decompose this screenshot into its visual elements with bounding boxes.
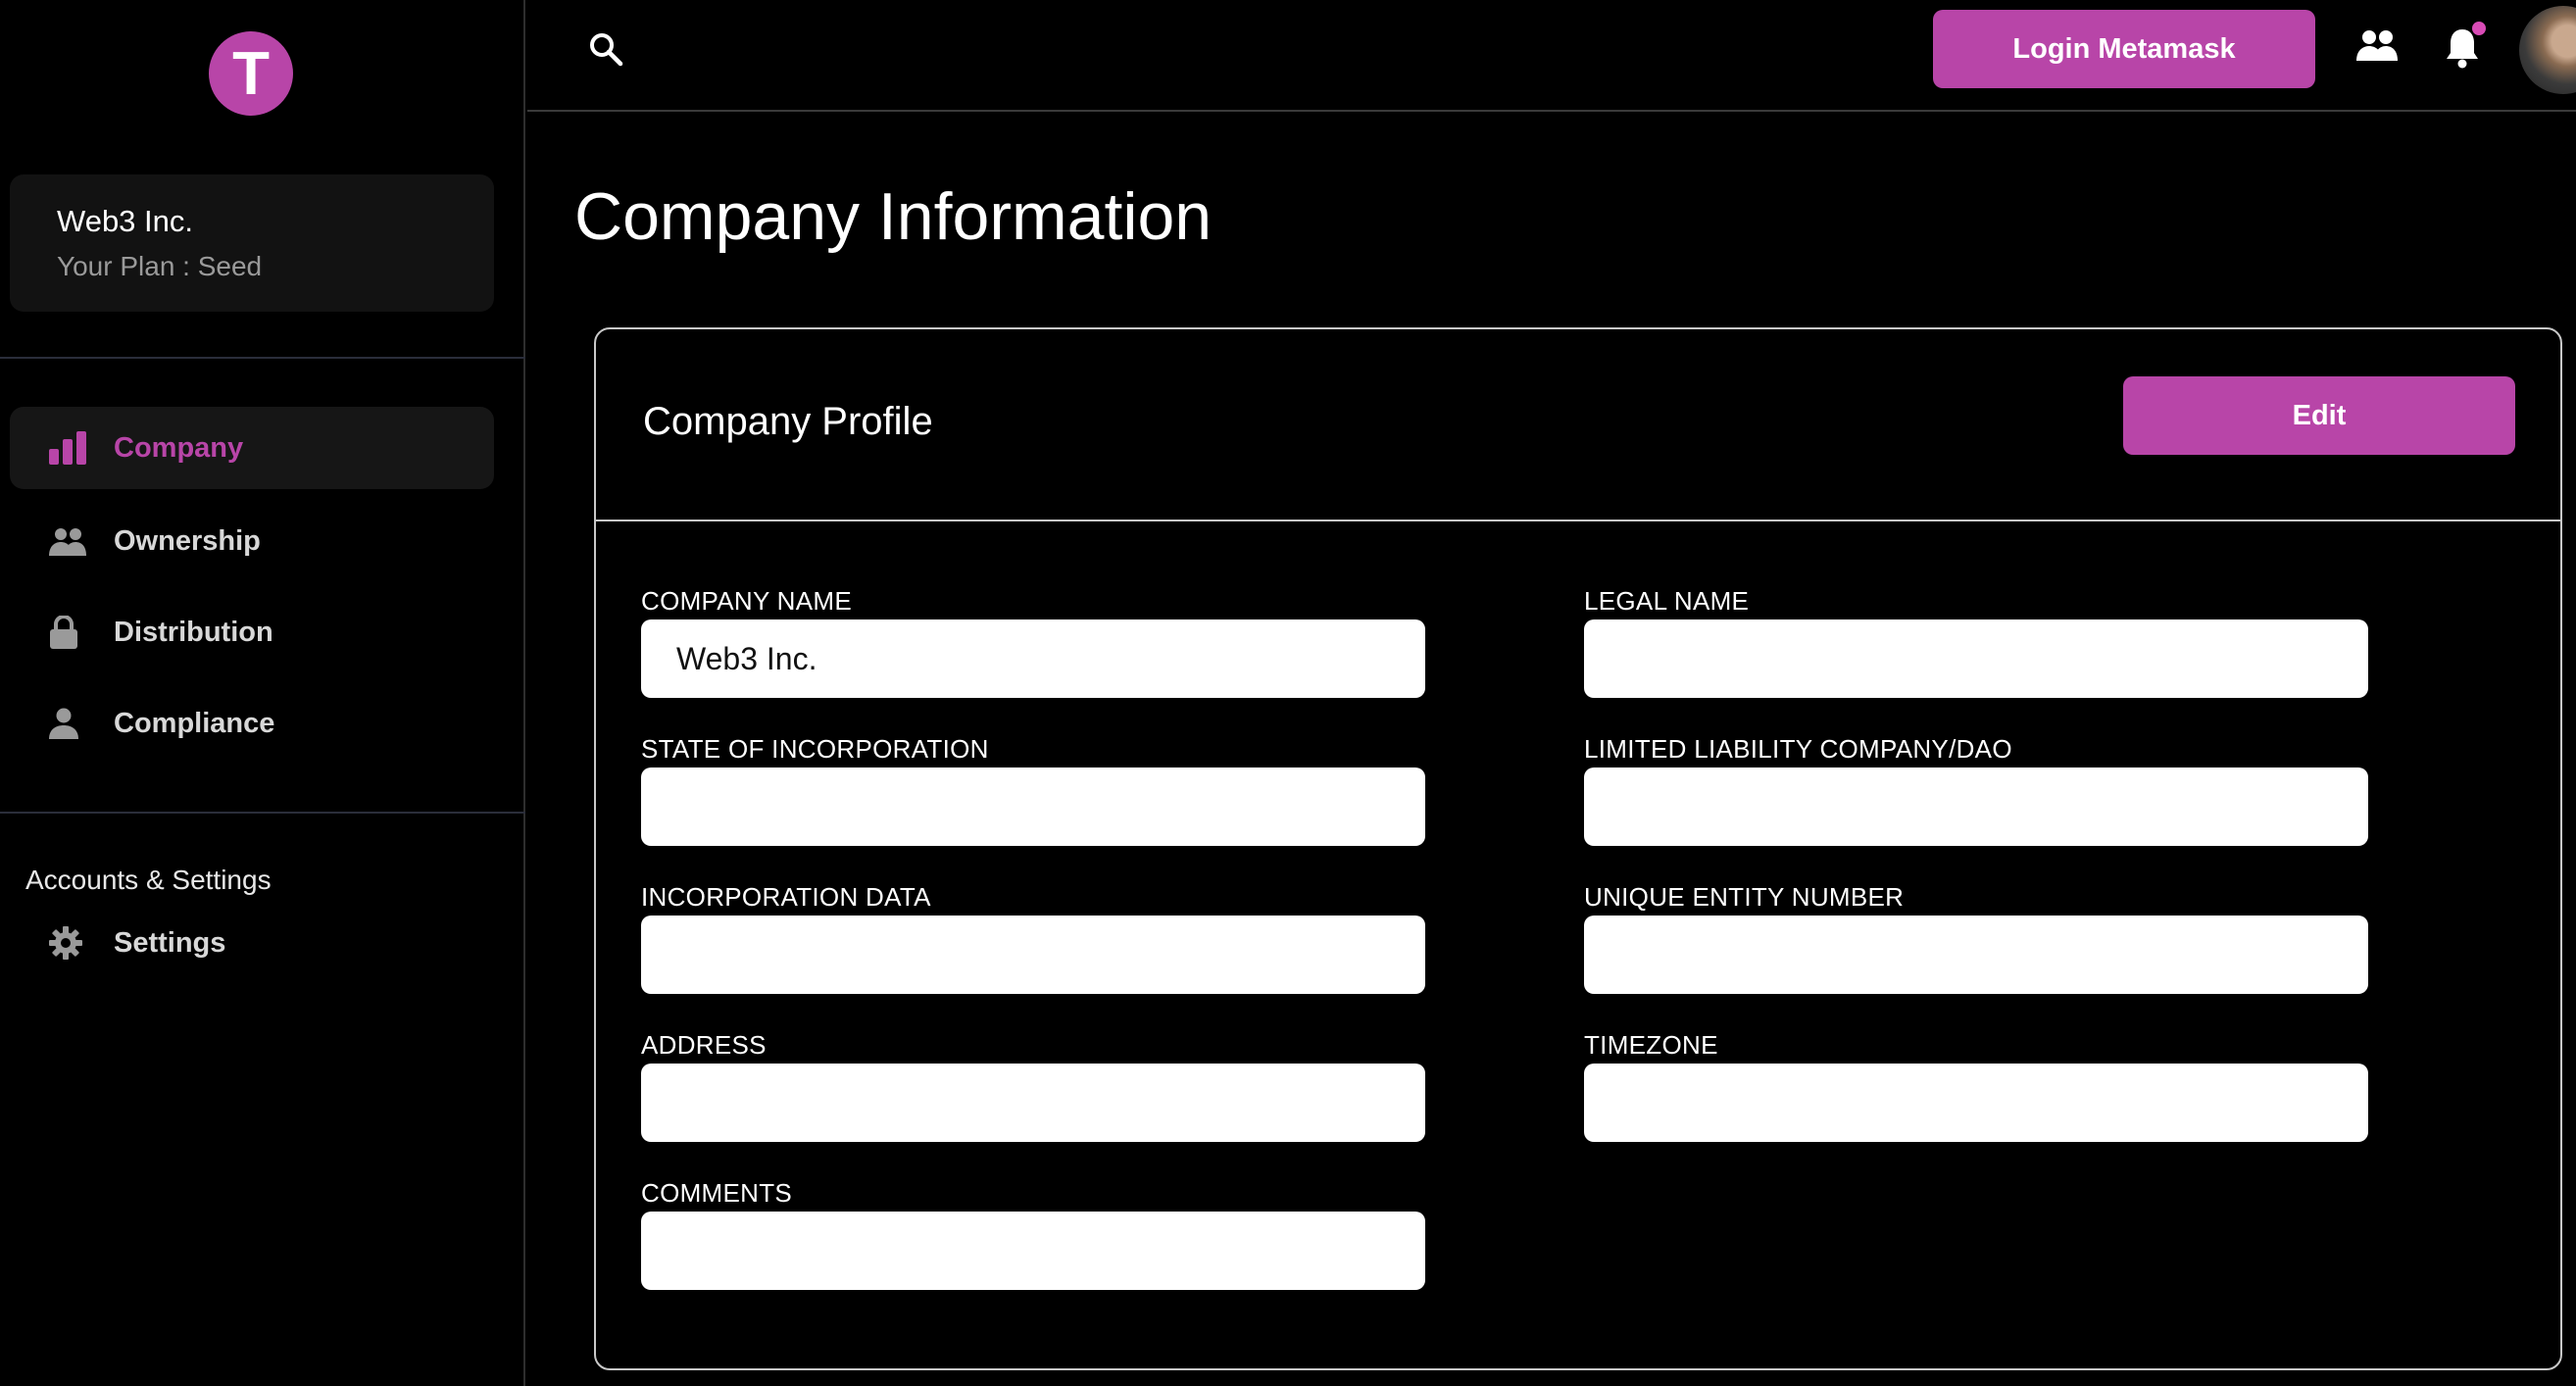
field-label: ADDRESS (641, 1030, 767, 1060)
sidebar-item-compliance[interactable]: Compliance (10, 682, 494, 765)
sidebar-item-label: Distribution (114, 616, 273, 648)
state-of-incorporation-input[interactable] (641, 767, 1425, 846)
sidebar-item-label: Ownership (114, 524, 261, 557)
account-plan-card[interactable]: Web3 Inc. Your Plan : Seed (10, 174, 494, 312)
people-icon (49, 521, 98, 561)
sidebar-item-settings[interactable]: Settings (10, 902, 494, 984)
sidebar-item-label: Settings (114, 926, 226, 959)
card-title: Company Profile (643, 400, 933, 443)
llc-dao-field: LIMITED LIABILITY COMPANY/DAO (1584, 734, 2368, 846)
timezone-field: TIMEZONE (1584, 1030, 2368, 1142)
team-icon[interactable] (2356, 29, 2400, 69)
top-bar: Login Metamask (527, 0, 2576, 112)
incorporation-date-input[interactable] (641, 916, 1425, 994)
field-label: INCORPORATION DATA (641, 882, 931, 912)
notifications-button[interactable] (2445, 22, 2488, 73)
field-label: COMMENTS (641, 1178, 793, 1208)
person-icon (49, 704, 98, 743)
app-logo[interactable]: T (209, 31, 293, 116)
field-label: LEGAL NAME (1584, 586, 1750, 616)
llc-dao-input[interactable] (1584, 767, 2368, 846)
legal-name-field: LEGAL NAME (1584, 586, 2368, 698)
sidebar-divider (0, 812, 525, 814)
gear-icon (49, 923, 98, 963)
unique-entity-number-field: UNIQUE ENTITY NUMBER (1584, 882, 2368, 994)
comments-input[interactable] (641, 1212, 1425, 1290)
sidebar-item-label: Compliance (114, 707, 275, 739)
sidebar-item-company[interactable]: Company (10, 407, 494, 489)
page-title: Company Information (574, 179, 1213, 254)
field-label: UNIQUE ENTITY NUMBER (1584, 882, 1905, 912)
login-metamask-button[interactable]: Login Metamask (1933, 10, 2315, 88)
company-profile-card: Company Profile Edit COMPANY NAME STATE … (594, 327, 2562, 1370)
card-header: Company Profile Edit (596, 329, 2560, 521)
sidebar-item-distribution[interactable]: Distribution (10, 591, 494, 673)
field-label: COMPANY NAME (641, 586, 853, 616)
address-field: ADDRESS (641, 1030, 1425, 1142)
sidebar-divider (0, 357, 525, 359)
sidebar: T Web3 Inc. Your Plan : Seed Company Own… (0, 0, 525, 1386)
address-input[interactable] (641, 1064, 1425, 1142)
timezone-input[interactable] (1584, 1064, 2368, 1142)
comments-field: COMMENTS (641, 1178, 1425, 1290)
account-company-name: Web3 Inc. (57, 204, 194, 238)
user-avatar[interactable] (2519, 6, 2576, 94)
company-name-field: COMPANY NAME (641, 586, 1425, 698)
sidebar-item-ownership[interactable]: Ownership (10, 500, 494, 582)
search-icon[interactable] (588, 31, 627, 71)
field-label: TIMEZONE (1584, 1030, 1718, 1060)
notification-badge (2472, 22, 2486, 35)
bar-chart-icon (49, 428, 98, 468)
edit-button[interactable]: Edit (2123, 376, 2515, 455)
state-of-incorporation-field: STATE OF INCORPORATION (641, 734, 1425, 846)
unique-entity-number-input[interactable] (1584, 916, 2368, 994)
accounts-settings-heading: Accounts & Settings (25, 865, 272, 895)
company-name-input[interactable] (641, 619, 1425, 698)
sidebar-item-label: Company (114, 431, 244, 464)
field-label: LIMITED LIABILITY COMPANY/DAO (1584, 734, 2012, 764)
lock-icon (49, 613, 98, 652)
field-label: STATE OF INCORPORATION (641, 734, 989, 764)
incorporation-date-field: INCORPORATION DATA (641, 882, 1425, 994)
legal-name-input[interactable] (1584, 619, 2368, 698)
account-plan-label: Your Plan : Seed (57, 251, 263, 281)
